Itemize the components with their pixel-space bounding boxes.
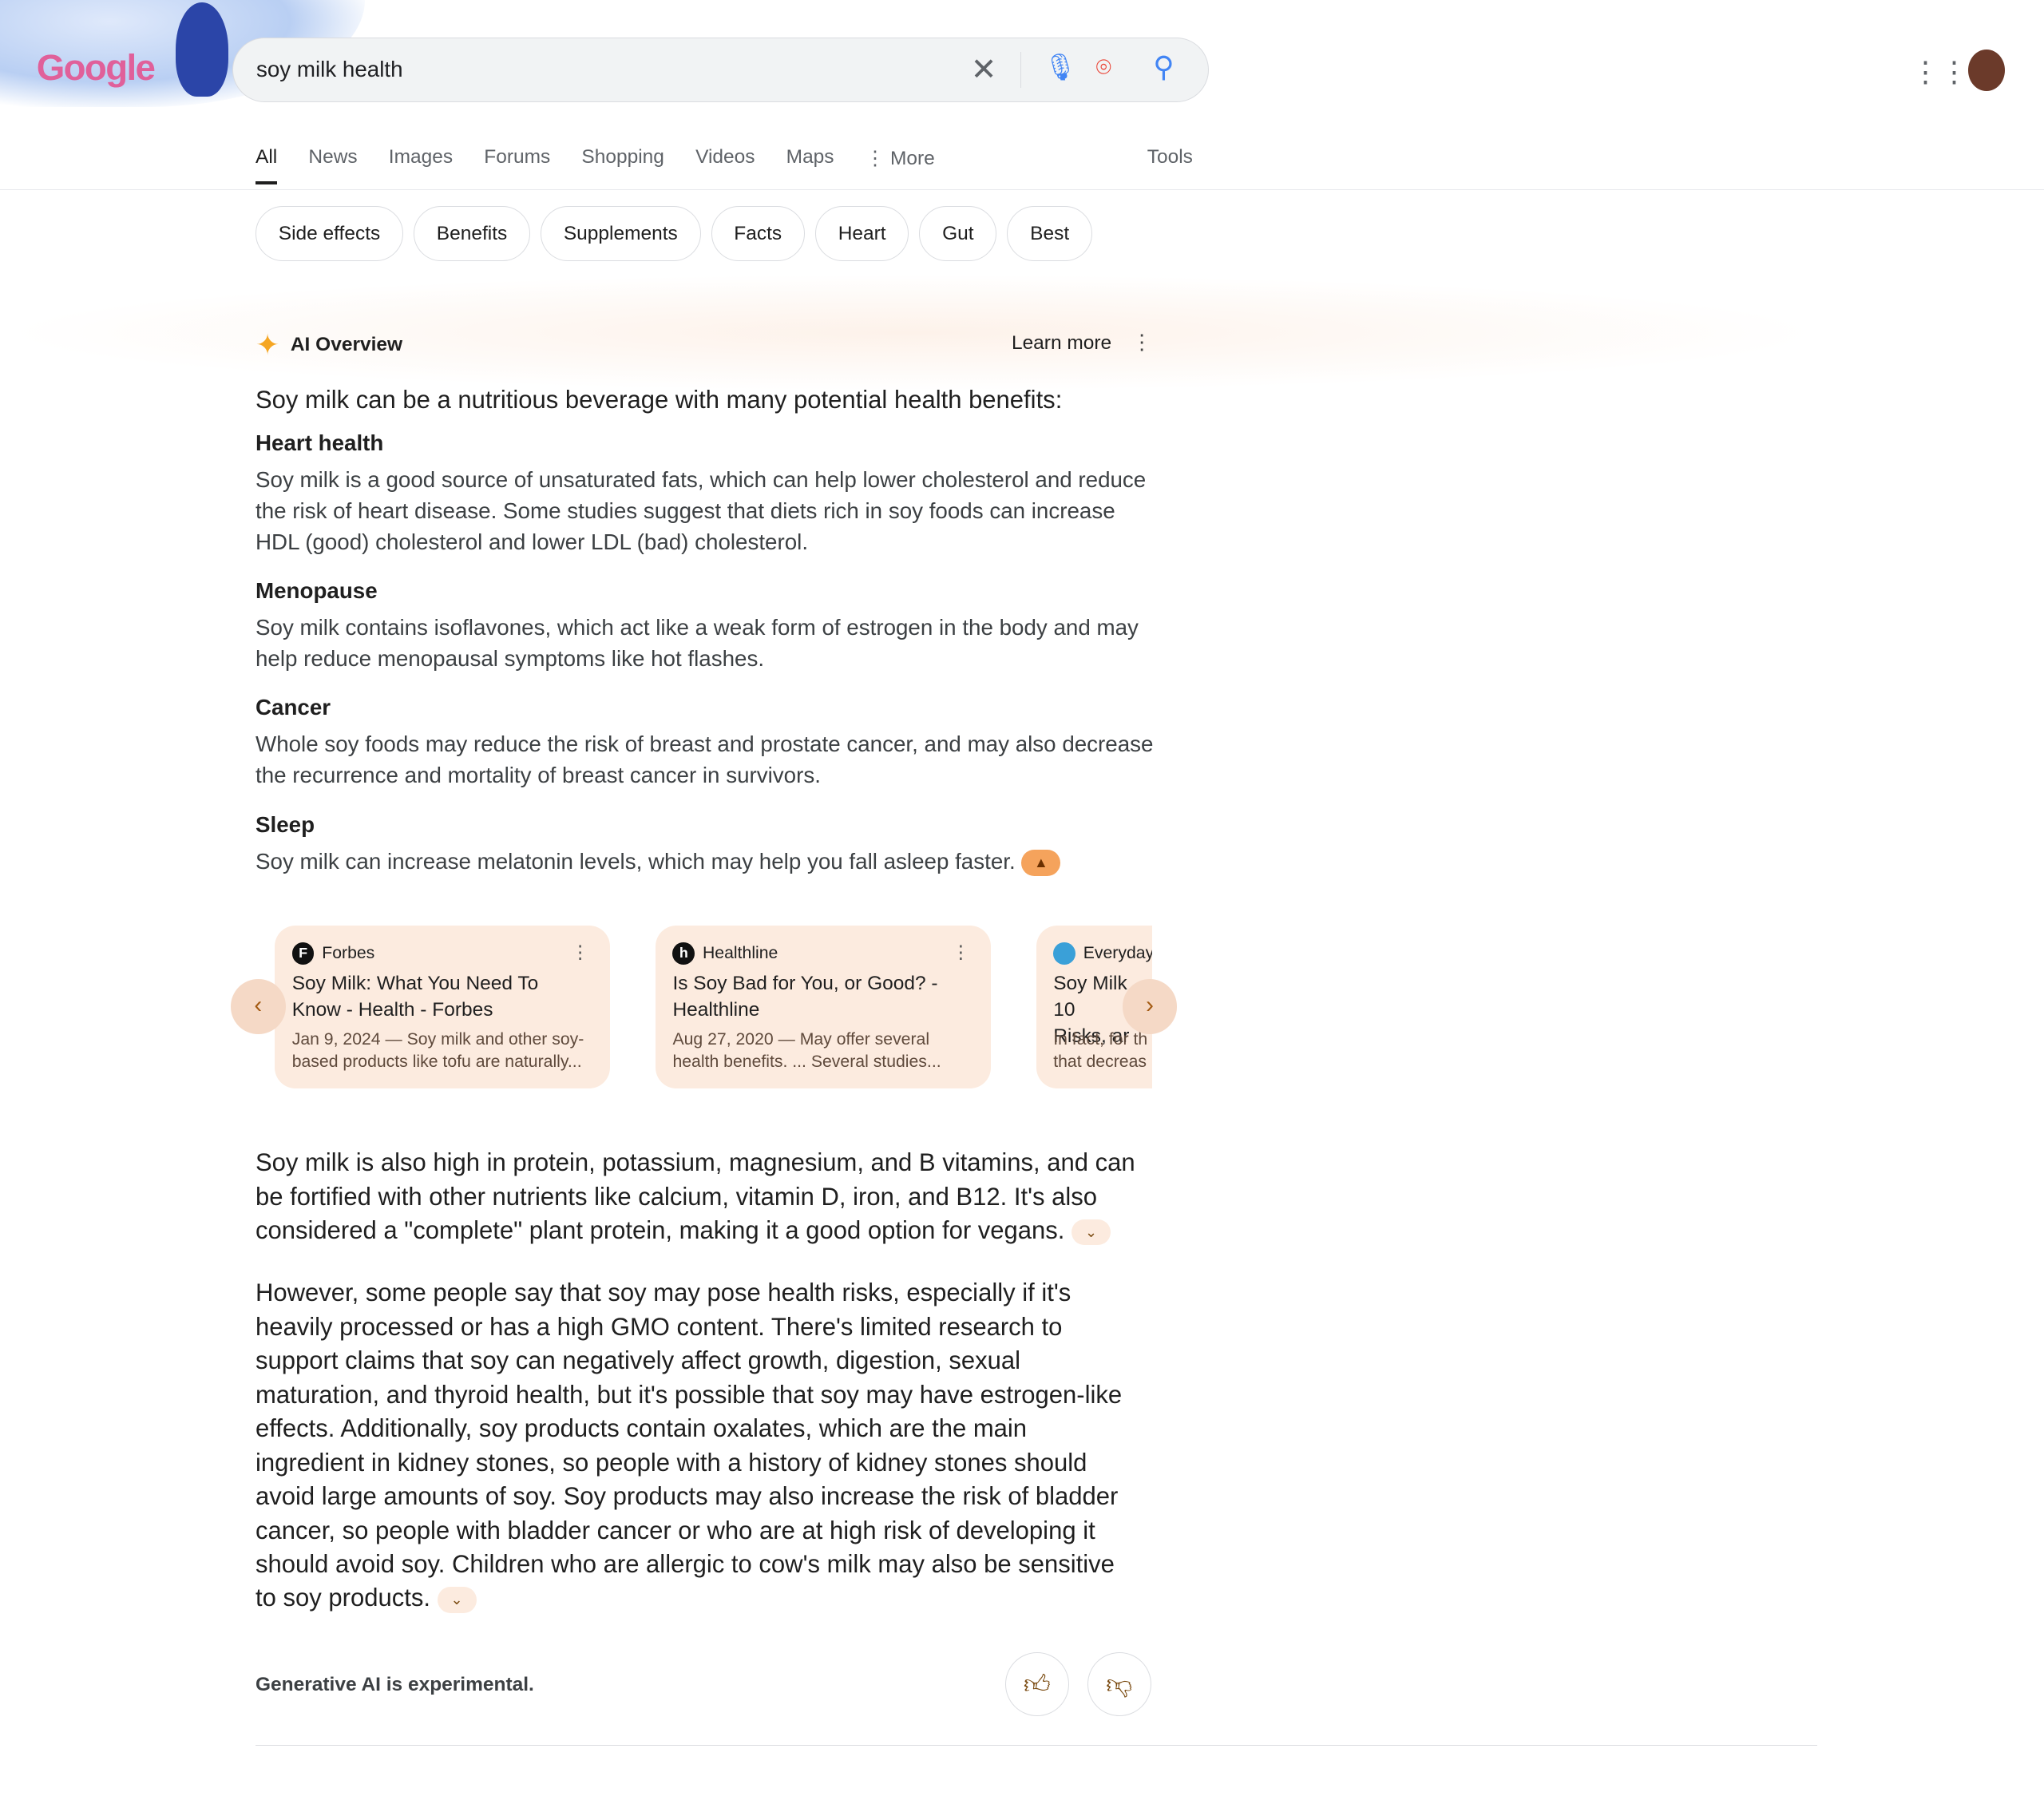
chip-supplements[interactable]: Supplements <box>541 205 701 262</box>
thumbs-up-button[interactable]: 👍︎ <box>1004 1651 1070 1716</box>
card-snippet: Jan 9, 2024 — Soy milk and other soy-bas… <box>291 1030 584 1071</box>
thumbs-down-button[interactable]: 👎︎ <box>1087 1651 1152 1716</box>
carousel-prev-button[interactable]: ‹ <box>230 979 286 1034</box>
tab-shopping[interactable]: Shopping <box>581 146 664 184</box>
chip-facts[interactable]: Facts <box>711 205 805 262</box>
tab-videos[interactable]: Videos <box>695 146 755 184</box>
ai-overview-body: Soy milk can be a nutritious beverage wi… <box>256 383 1155 898</box>
tools-button[interactable]: Tools <box>1147 146 1193 168</box>
divider <box>256 1744 1817 1746</box>
chip-side-effects[interactable]: Side effects <box>256 205 403 262</box>
doodle-bird-image <box>176 2 228 97</box>
thumbs-down-icon: 👎︎ <box>1106 1668 1133 1699</box>
more-options-icon[interactable]: ⋮ <box>571 942 589 963</box>
tab-images[interactable]: Images <box>389 146 453 184</box>
card-title: Soy Milk: What You Need To Know - Health… <box>291 973 539 1021</box>
more-options-icon[interactable]: ⋮ <box>952 942 970 963</box>
section-heading: Heart health <box>256 430 384 455</box>
tab-forums[interactable]: Forums <box>484 146 550 184</box>
chevron-right-icon: › <box>1146 992 1154 1019</box>
ai-paragraph: Soy milk is also high in protein, potass… <box>256 1146 1142 1616</box>
close-icon[interactable]: ✕ <box>971 52 997 88</box>
card-snippet: In fact, for th that decreas <box>1053 1030 1148 1071</box>
forbes-favicon: F <box>291 942 315 965</box>
more-options-icon[interactable]: ⋮ <box>1131 330 1152 355</box>
section-heading: Cancer <box>256 695 331 720</box>
paragraph-text: Soy milk is also high in protein, potass… <box>256 1148 1135 1245</box>
carousel-next-button[interactable]: › <box>1122 979 1178 1034</box>
learn-more-link[interactable]: Learn more <box>1012 332 1111 355</box>
section-text: Soy milk contains isoflavones, which act… <box>256 615 1139 672</box>
search-tabs: All News Images Forums Shopping Videos M… <box>256 146 966 185</box>
search-icon[interactable]: ⚲ <box>1153 50 1174 84</box>
expand-button[interactable]: ⌄ <box>437 1586 477 1613</box>
tab-news[interactable]: News <box>308 146 357 184</box>
more-dots-icon: ⋮ <box>865 147 891 169</box>
tab-maps[interactable]: Maps <box>786 146 834 184</box>
tab-more[interactable]: ⋮ More <box>866 146 935 184</box>
section-text: Soy milk can increase melatonin levels, … <box>256 848 1016 874</box>
collapse-sources-button[interactable]: ▲ <box>1021 849 1061 876</box>
thumbs-up-icon: 👍︎ <box>1023 1668 1052 1699</box>
source-card[interactable]: h Healthline ⋮ Is Soy Bad for You, or Goo… <box>656 926 991 1089</box>
source-name: Healthline <box>702 944 778 963</box>
section-heading: Menopause <box>256 578 378 604</box>
search-box[interactable]: soy milk health ✕ 🎙 ⌾ ⚲ <box>232 38 1209 102</box>
ai-intro: Soy milk can be a nutritious beverage wi… <box>256 386 1063 414</box>
divider <box>1020 51 1022 89</box>
healthline-favicon: h <box>672 942 695 965</box>
chip-benefits[interactable]: Benefits <box>414 205 531 262</box>
section-text: Soy milk is a good source of unsaturated… <box>256 466 1147 554</box>
sparkle-icon: ✦ <box>256 328 280 362</box>
disclaimer: Generative AI is experimental. <box>256 1674 534 1696</box>
ai-overview-title: AI Overview <box>290 334 403 356</box>
source-card[interactable]: F Forbes ⋮ Soy Milk: What You Need To Kno… <box>275 926 611 1089</box>
chip-gut[interactable]: Gut <box>919 205 997 262</box>
chevron-left-icon: ‹ <box>254 992 263 1019</box>
mic-icon[interactable]: 🎙 <box>1044 52 1076 82</box>
source-name: Everyday <box>1083 944 1153 963</box>
section-heading: Sleep <box>256 811 315 837</box>
chip-heart[interactable]: Heart <box>814 205 909 262</box>
ai-overview-header: ✦ AI Overview Learn more ⋮ <box>256 328 1155 362</box>
refinement-chips: Side effects Benefits Supplements Facts … <box>256 205 1092 262</box>
card-title: Is Soy Bad for You, or Good? - Healthlin… <box>672 973 938 1021</box>
card-snippet: Aug 27, 2020 — May offer several health … <box>672 1030 941 1071</box>
lens-icon[interactable]: ⌾ <box>1095 52 1111 83</box>
avatar[interactable] <box>1968 50 2006 92</box>
chip-best[interactable]: Best <box>1007 205 1092 262</box>
tab-all[interactable]: All <box>256 146 278 185</box>
source-name: Forbes <box>322 944 375 963</box>
expand-button[interactable]: ⌄ <box>1072 1219 1111 1246</box>
search-input[interactable]: soy milk health <box>256 57 403 82</box>
section-text: Whole soy foods may reduce the risk of b… <box>256 731 1154 788</box>
paragraph-text: However, some people say that soy may po… <box>256 1279 1123 1612</box>
everyday-health-favicon <box>1053 942 1075 965</box>
divider <box>0 188 2044 191</box>
